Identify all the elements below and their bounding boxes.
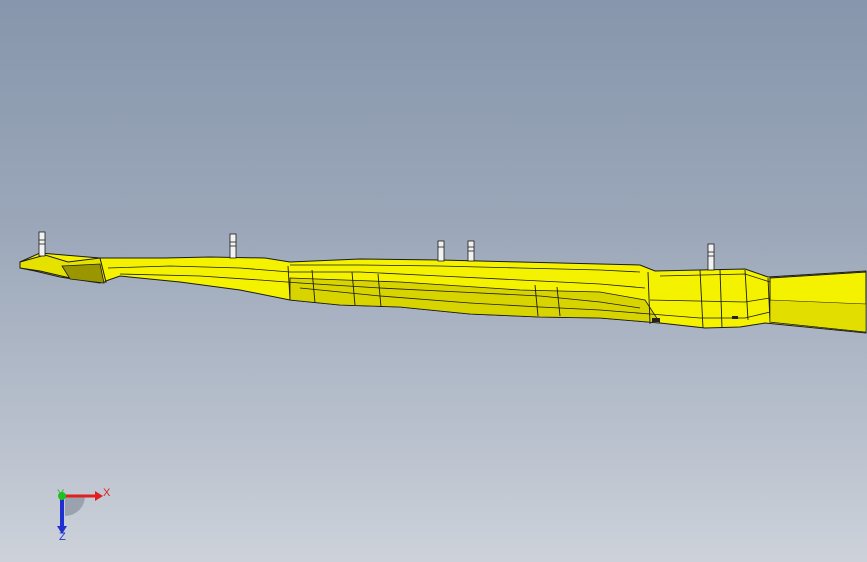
x-axis-arrowhead (95, 491, 103, 501)
mounting-stud-2 (229, 233, 237, 259)
triad-shadow (65, 496, 85, 516)
slot-mark-2 (732, 316, 738, 319)
mounting-stud-1 (38, 231, 46, 257)
z-axis-label: Z (59, 531, 66, 543)
end-section-shade (769, 299, 867, 333)
slot-mark (652, 318, 660, 322)
mounting-stud-3 (437, 240, 445, 262)
nose-dark-recess (61, 263, 105, 284)
graphics-viewport[interactable]: X Y Z (0, 0, 867, 562)
x-axis-label: X (103, 487, 111, 499)
part-model[interactable] (0, 0, 867, 562)
y-axis-label: Y (57, 488, 65, 500)
mounting-stud-5 (707, 243, 715, 271)
mounting-stud-4 (467, 240, 475, 262)
